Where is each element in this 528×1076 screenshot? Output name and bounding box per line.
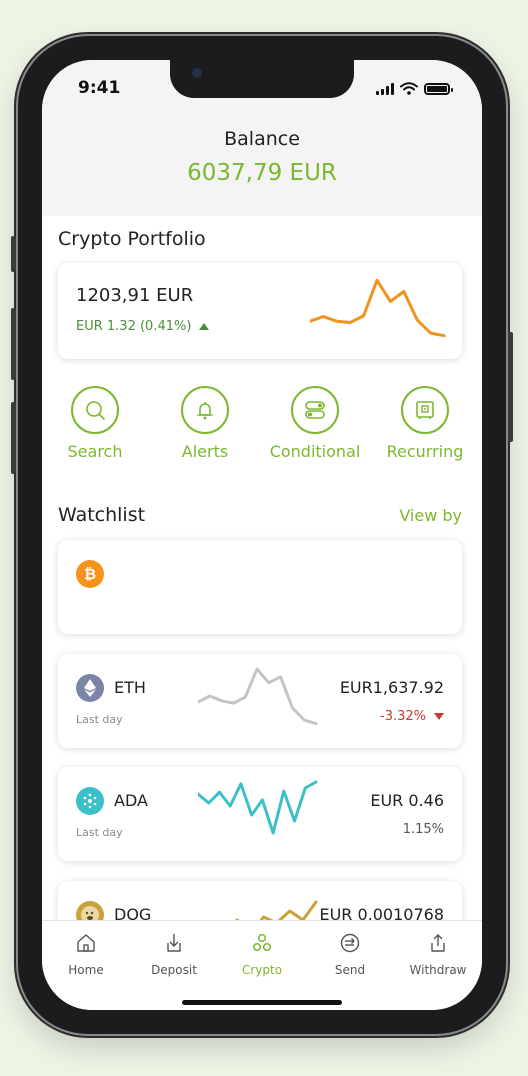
portfolio-title: Crypto Portfolio [58, 228, 206, 250]
watchlist-card[interactable]: ₿ [58, 540, 462, 634]
tab-withdraw[interactable]: Withdraw [394, 921, 482, 1010]
svg-text:₿: ₿ [84, 565, 96, 583]
action-alerts[interactable]: Alerts [150, 386, 260, 461]
portfolio-value: 1203,91 EUR [76, 285, 194, 306]
coin-symbol: ADA [114, 791, 148, 810]
safe-icon [401, 386, 449, 434]
action-label: Conditional [269, 442, 361, 461]
search-icon [71, 386, 119, 434]
watchlist-title: Watchlist [58, 504, 146, 526]
withdraw-icon [394, 929, 482, 957]
tab-label: Deposit [151, 963, 197, 977]
signal-icon [376, 82, 394, 95]
volume-down-button [11, 402, 16, 474]
home-indicator [182, 1000, 342, 1005]
home-icon [42, 929, 130, 957]
volume-up-button [11, 308, 16, 380]
tab-bar: Home Deposit Crypto Send Withdraw [42, 920, 482, 1010]
mute-switch [11, 236, 16, 272]
action-search[interactable]: Search [42, 386, 150, 461]
action-recurring[interactable]: Recurring [370, 386, 480, 461]
camera [192, 68, 202, 78]
tab-label: Home [68, 963, 104, 977]
action-label: Recurring [386, 442, 464, 461]
coin-sparkline [198, 667, 318, 726]
watchlist-card[interactable]: ETH Last day EUR1,637.92 -3.32% [58, 654, 462, 748]
portfolio-change-text: EUR 1.32 (0.41%) [76, 319, 192, 334]
coin-change: 1.15% [403, 822, 444, 837]
coin-change-text: 1.15% [402, 822, 444, 837]
send-icon [306, 929, 394, 957]
coin-symbol: ETH [114, 678, 146, 697]
sparkline-line [198, 780, 318, 835]
sparkline-line [310, 278, 446, 338]
portfolio-sparkline [310, 278, 446, 338]
tab-home[interactable]: Home [42, 921, 130, 1010]
tab-deposit[interactable]: Deposit [130, 921, 218, 1010]
action-label: Alerts [181, 442, 229, 461]
wifi-icon [400, 82, 418, 95]
coin-change-text: -3.32% [380, 709, 426, 724]
tab-label: Crypto [241, 963, 283, 977]
notch [170, 60, 354, 98]
status-time: 9:41 [78, 78, 121, 98]
crypto-icon [218, 929, 306, 957]
bell-icon [181, 386, 229, 434]
tab-crypto[interactable]: Crypto [218, 921, 306, 1010]
tab-label: Withdraw [409, 963, 467, 977]
trend-down-icon [434, 713, 444, 720]
sparkline-line [198, 667, 318, 726]
deposit-icon [130, 929, 218, 957]
trend-up-icon [199, 323, 210, 330]
action-label: Search [67, 442, 123, 461]
portfolio-change: EUR 1.32 (0.41%) [76, 319, 210, 334]
balance-value: 6037,79 EUR [187, 160, 337, 186]
cardano-icon [76, 787, 104, 815]
power-button [508, 332, 513, 442]
coin-change: -3.32% [380, 709, 444, 724]
balance-label: Balance [224, 128, 300, 150]
view-by-link[interactable]: View by [399, 506, 462, 525]
tab-label: Send [334, 963, 366, 977]
phone-frame: Balance 6037,79 EUR 9:41 Crypto Portfoli… [11, 36, 513, 1034]
status-icons [376, 82, 453, 95]
action-conditional[interactable]: Conditional [260, 386, 370, 461]
coin-price: EUR 0.46 [370, 791, 444, 810]
ethereum-icon [76, 674, 104, 702]
battery-icon [424, 82, 453, 95]
coin-period: Last day [76, 713, 123, 726]
coin-period: Last day [76, 826, 123, 839]
coin-sparkline [198, 780, 318, 835]
tab-send[interactable]: Send [306, 921, 394, 1010]
toggle-icon [291, 386, 339, 434]
bitcoin-icon: ₿ [76, 560, 104, 588]
watchlist-card[interactable]: ADA Last day EUR 0.46 1.15% [58, 767, 462, 861]
portfolio-card[interactable]: 1203,91 EUR EUR 1.32 (0.41%) [58, 263, 462, 359]
coin-price: EUR1,637.92 [339, 678, 444, 697]
screen: Balance 6037,79 EUR 9:41 Crypto Portfoli… [42, 60, 482, 1010]
